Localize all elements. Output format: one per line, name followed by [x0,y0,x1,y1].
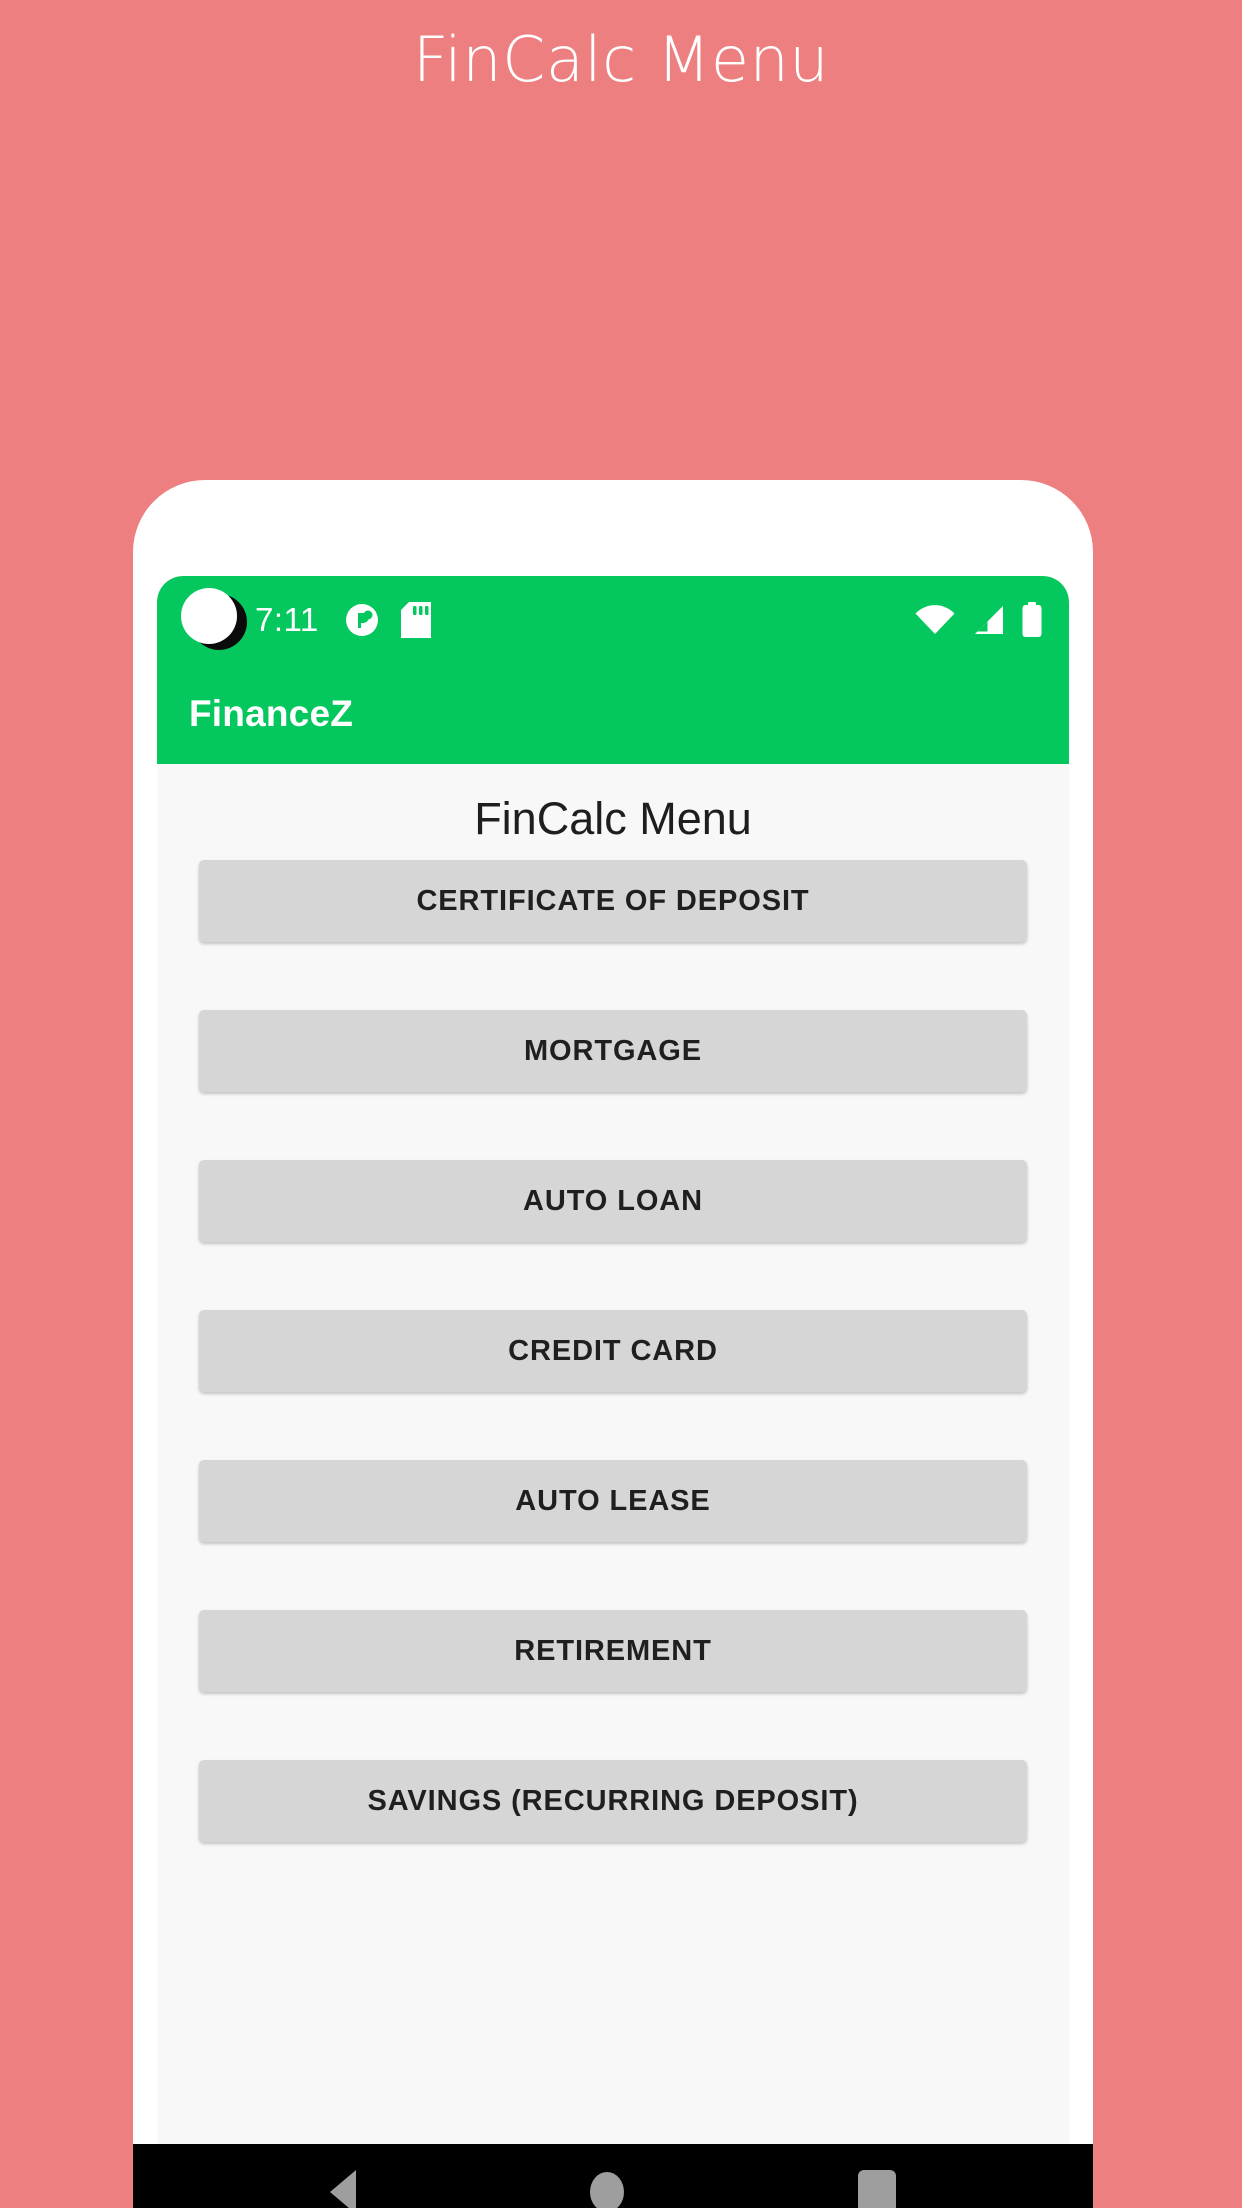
screenshot-root: FinCalc Menu 7:11 FinanceZ FinCalc Menu … [0,0,1242,2208]
phone-screen: 7:11 FinanceZ FinCalc Menu CERTIFICATE O… [157,576,1069,2208]
battery-icon [1022,602,1042,637]
menu-button-certificate-of-deposit[interactable]: CERTIFICATE OF DEPOSIT [199,860,1027,942]
menu-button-credit-card[interactable]: CREDIT CARD [199,1310,1027,1392]
phone-frame: 7:11 FinanceZ FinCalc Menu CERTIFICATE O… [133,480,1093,2208]
status-bar-system-icons [915,602,1043,638]
menu-button-mortgage[interactable]: MORTGAGE [199,1010,1027,1092]
android-navigation-bar [133,2144,1093,2208]
status-bar: 7:11 [157,576,1069,664]
menu-button-savings-recurring-deposit[interactable]: SAVINGS (RECURRING DEPOSIT) [199,1760,1027,1842]
status-bar-notifications [345,602,431,638]
screen-heading: FinCalc Menu [474,793,752,844]
recents-button-icon[interactable] [858,2170,896,2208]
page-title: FinCalc Menu [412,23,830,96]
cellular-signal-icon [975,606,1003,634]
fincalc-menu-list: CERTIFICATE OF DEPOSIT MORTGAGE AUTO LOA… [199,860,1027,1842]
app-bar: FinanceZ [157,664,1069,764]
menu-button-retirement[interactable]: RETIREMENT [199,1610,1027,1692]
wifi-icon [915,605,955,634]
sd-card-icon [400,602,431,638]
status-bar-clock: 7:11 [255,601,319,638]
app-bar-title: FinanceZ [189,693,354,734]
home-button-icon[interactable] [590,2172,624,2208]
menu-button-auto-loan[interactable]: AUTO LOAN [199,1160,1027,1242]
menu-button-auto-lease[interactable]: AUTO LEASE [199,1460,1027,1542]
app-content: FinCalc Menu CERTIFICATE OF DEPOSIT MORT… [157,764,1069,2208]
front-camera-punch-hole-icon [181,588,247,652]
back-button-icon[interactable] [330,2170,356,2208]
app-circle-icon [345,604,378,636]
